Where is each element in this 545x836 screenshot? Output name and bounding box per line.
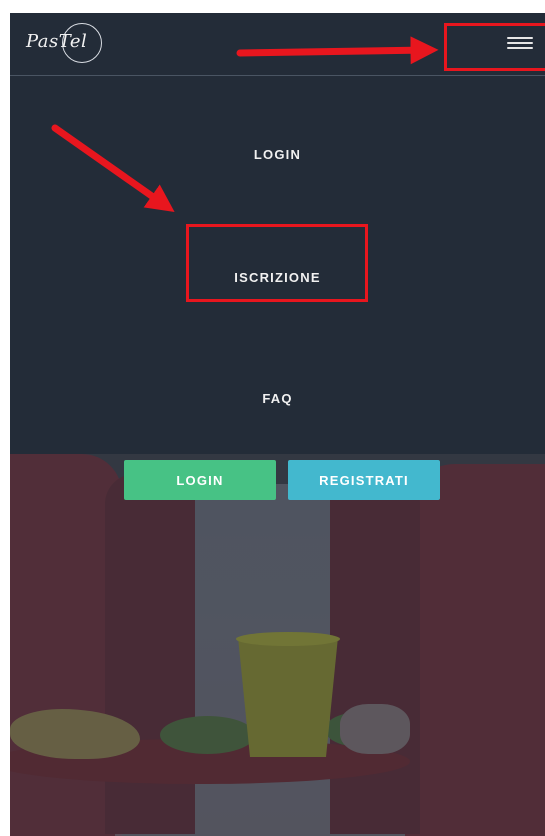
menu-item-faq[interactable]: FAQ — [10, 391, 545, 406]
highlight-box-iscrizione — [186, 224, 368, 302]
logo-text: PasTel — [26, 31, 88, 52]
register-button[interactable]: REGISTRATI — [288, 460, 440, 500]
pastel-logo[interactable]: PasTel — [26, 23, 108, 63]
menu-item-login[interactable]: LOGIN — [10, 147, 545, 162]
mobile-viewport: PasTel LOGIN ISCRIZIONE FAQ LOGIN REGIST… — [10, 13, 545, 836]
highlight-box-menu-icon — [444, 23, 545, 71]
hero-overlay — [10, 454, 545, 836]
hero-background-image — [10, 454, 545, 836]
login-button[interactable]: LOGIN — [124, 460, 276, 500]
